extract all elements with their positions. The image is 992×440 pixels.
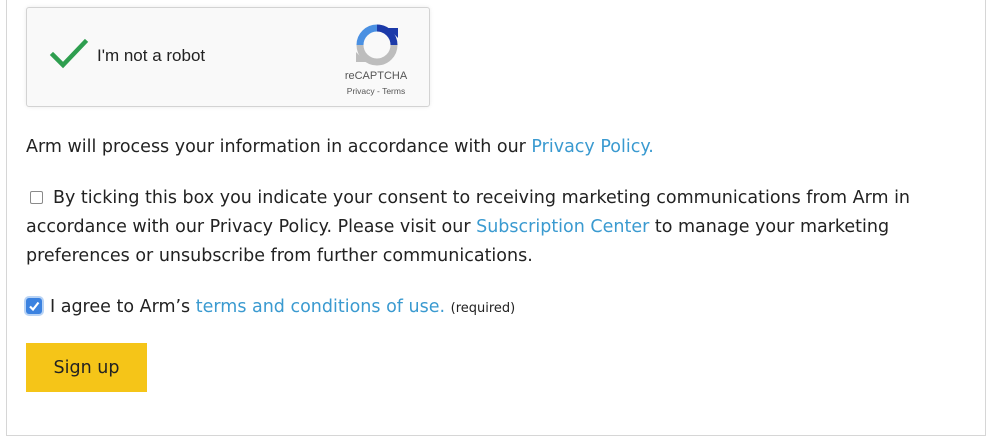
marketing-consent: By ticking this box you indicate your co… <box>26 184 966 271</box>
terms-agreement-checkbox[interactable] <box>26 298 42 314</box>
subscription-center-link[interactable]: Subscription Center <box>476 217 649 237</box>
marketing-consent-checkbox[interactable] <box>30 191 43 204</box>
checkbox-check-icon <box>29 301 40 312</box>
recaptcha-logo-icon <box>356 24 398 66</box>
recaptcha-privacy-link[interactable]: Privacy <box>347 86 375 96</box>
terms-conditions-link[interactable]: terms and conditions of use. <box>196 297 445 317</box>
signup-button[interactable]: Sign up <box>26 343 147 392</box>
privacy-note: Arm will process your information in acc… <box>26 133 654 162</box>
recaptcha-links: Privacy - Terms <box>331 86 421 96</box>
privacy-policy-link[interactable]: Privacy Policy. <box>531 137 653 157</box>
terms-agreement: I agree to Arm’s terms and conditions of… <box>26 293 515 323</box>
recaptcha-label: I'm not a robot <box>97 46 206 65</box>
recaptcha-links-separator: - <box>374 86 383 96</box>
recaptcha-brand: reCAPTCHA <box>344 70 408 82</box>
recaptcha-widget: I'm not a robot reCAPTCHA Privacy - Term… <box>26 7 430 107</box>
recaptcha-terms-link[interactable]: Terms <box>382 86 405 96</box>
terms-agreement-text: I agree to Arm’s <box>50 297 196 317</box>
privacy-note-text: Arm will process your information in acc… <box>26 137 532 157</box>
checkmark-icon[interactable] <box>49 38 89 70</box>
required-note: (required) <box>450 301 516 316</box>
